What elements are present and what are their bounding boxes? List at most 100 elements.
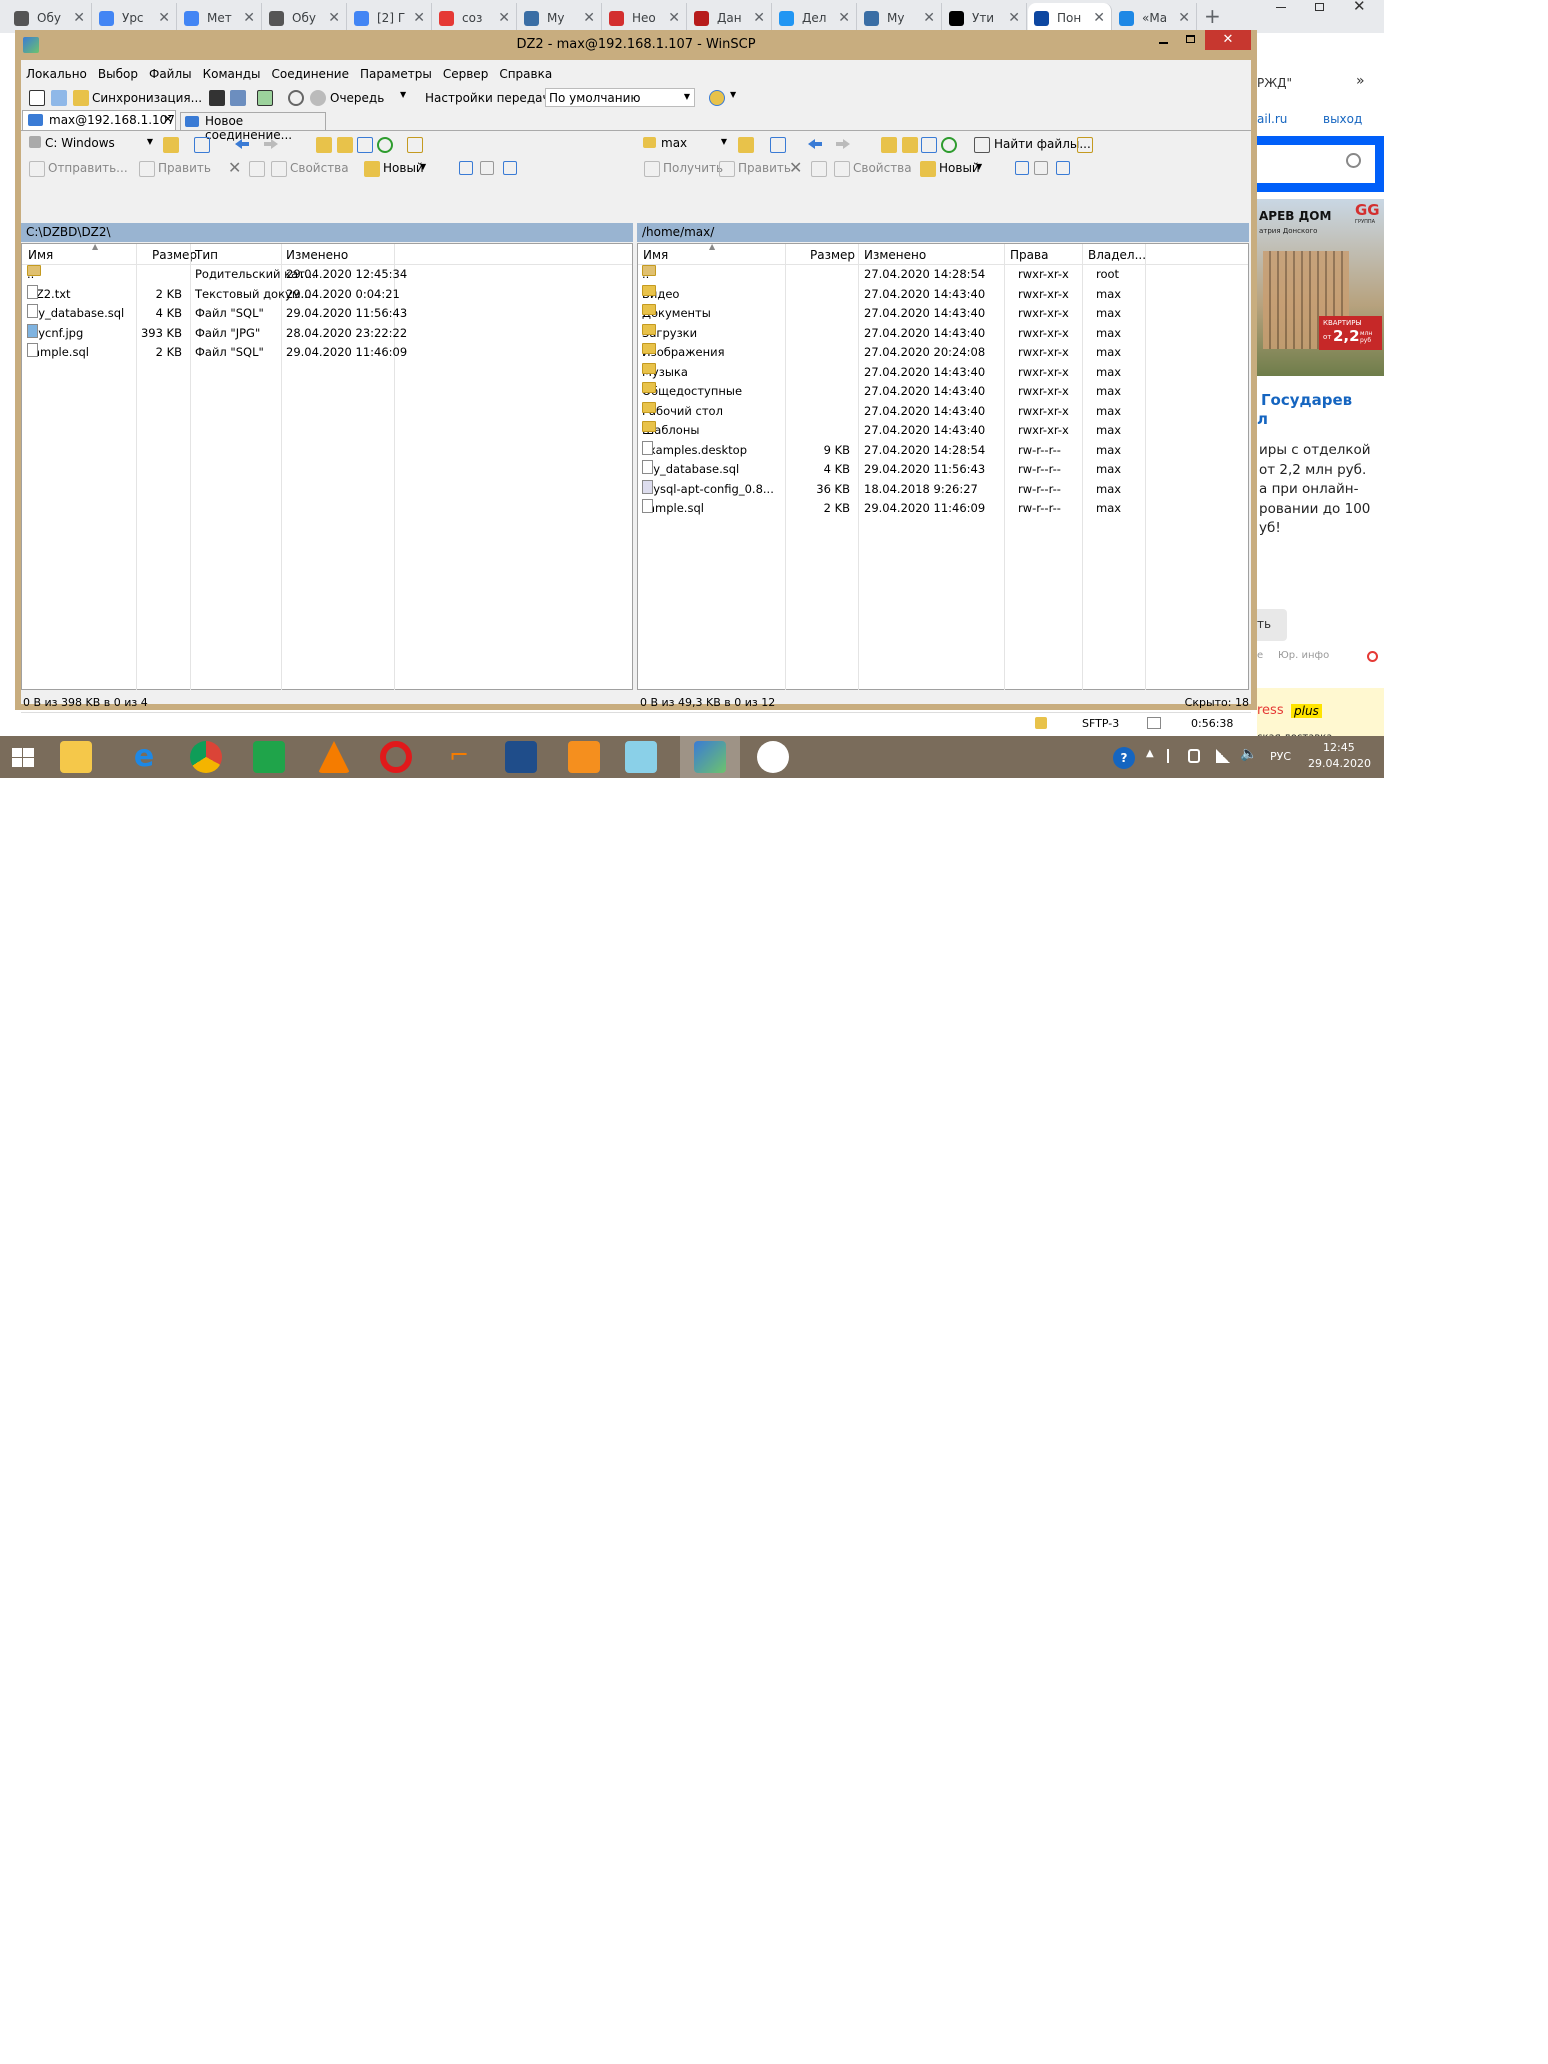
properties-icon[interactable] — [834, 161, 850, 177]
table-row[interactable]: mycnf.jpg 393 KB Файл "JPG" 28.04.2020 23:2… — [22, 323, 632, 343]
mail-link[interactable]: ail.ru — [1257, 112, 1287, 126]
close-tab-icon[interactable]: ✕ — [73, 10, 85, 26]
tray-expand-icon[interactable]: ▲ — [1146, 748, 1154, 759]
select-plus-icon[interactable] — [459, 161, 473, 175]
logout-link[interactable]: выход — [1323, 112, 1362, 126]
table-row[interactable]: Рабочий стол 27.04.2020 14:43:40 rwxr-xr-x… — [638, 401, 1248, 421]
table-row[interactable]: ..Родительский кат...29.04.2020 12:45:34 — [22, 265, 632, 284]
table-row[interactable]: my_database.sql 4 KB Файл "SQL" 29.04.2020 … — [22, 304, 632, 323]
queue-button[interactable]: Очередь — [330, 91, 384, 105]
local-drive-select[interactable]: C: Windows ▼ — [27, 134, 155, 153]
new-session-icon[interactable] — [29, 90, 45, 106]
edit-icon[interactable] — [719, 161, 735, 177]
delete-icon[interactable]: ✕ — [228, 158, 241, 177]
browser-tab[interactable]: соз ✕ — [433, 3, 517, 33]
home-icon[interactable] — [357, 137, 373, 153]
browser-tab[interactable]: Нео ✕ — [603, 3, 687, 33]
flag-icon[interactable] — [1167, 749, 1179, 763]
new-button[interactable]: Новый — [383, 161, 424, 175]
volume-icon[interactable]: 🔈 — [1240, 746, 1257, 762]
get-button[interactable]: Получить — [663, 161, 723, 175]
left-path-bar[interactable]: C:\DZBD\DZ2\ — [21, 223, 633, 242]
transfer-preset-select[interactable]: По умолчанию ▼ — [545, 88, 695, 107]
tree-icon[interactable] — [407, 137, 423, 153]
forward-arrow-icon[interactable] — [264, 139, 278, 149]
title-bar[interactable]: DZ2 - max@192.168.1.107 - WinSCP ✕ — [15, 30, 1257, 60]
search-icon[interactable] — [1346, 153, 1361, 168]
ad-heading-line2[interactable]: л — [1257, 410, 1268, 428]
bookmarks-more-icon[interactable]: » — [1356, 73, 1365, 89]
chevron-down-icon[interactable]: ▼ — [420, 162, 426, 171]
root-dir-icon[interactable] — [337, 137, 353, 153]
select-plus-icon[interactable] — [1015, 161, 1029, 175]
clock-date[interactable]: 29.04.2020 — [1308, 757, 1371, 770]
tree-icon[interactable] — [1077, 137, 1093, 153]
ad-choices-icon[interactable] — [1367, 651, 1378, 662]
language-indicator[interactable]: РУС — [1270, 750, 1291, 763]
menu-item[interactable]: Локально — [26, 67, 87, 81]
properties-button[interactable]: Свойства — [290, 161, 349, 175]
restore-browser-icon[interactable] — [1315, 3, 1324, 11]
new-folder-icon[interactable] — [364, 161, 380, 177]
close-tab-icon[interactable]: ✕ — [413, 10, 425, 26]
right-col-permissions[interactable]: Права — [1010, 245, 1048, 265]
edit-button[interactable]: Править — [158, 161, 211, 175]
back-arrow-icon[interactable] — [808, 139, 822, 149]
browser-tab[interactable]: Ути ✕ — [943, 3, 1027, 33]
close-tab-icon[interactable]: ✕ — [923, 10, 935, 26]
home-icon[interactable] — [921, 137, 937, 153]
right-col-size[interactable]: Размер — [810, 245, 855, 265]
notepad-icon[interactable] — [625, 741, 657, 773]
filter-icon[interactable] — [503, 161, 517, 175]
chevron-down-icon[interactable]: ▼ — [684, 92, 690, 101]
queue-dropdown-icon[interactable]: ▼ — [400, 90, 406, 99]
send-icon[interactable] — [29, 161, 45, 177]
chevron-down-icon[interactable]: ▼ — [721, 137, 727, 146]
close-tab-icon[interactable]: ✕ — [838, 10, 850, 26]
table-row[interactable]: Видео 27.04.2020 14:43:40 rwxr-xr-x max — [638, 284, 1248, 304]
network-icon[interactable] — [1147, 717, 1161, 729]
menu-item[interactable]: Справка — [499, 67, 552, 81]
refresh-icon[interactable] — [377, 137, 393, 153]
properties-icon[interactable] — [271, 161, 287, 177]
close-tab-icon[interactable]: ✕ — [1178, 10, 1190, 26]
new-button[interactable]: Новый — [939, 161, 980, 175]
filter-icon[interactable] — [194, 137, 210, 153]
select-minus-icon[interactable] — [480, 161, 494, 175]
browser-tab[interactable]: Обу ✕ — [8, 3, 92, 33]
table-row[interactable]: Шаблоны 27.04.2020 14:43:40 rwxr-xr-x max — [638, 421, 1248, 440]
new-session-tab[interactable]: Новое соединение... — [180, 112, 326, 142]
sublime-icon[interactable] — [568, 741, 600, 773]
keep-remote-uptodate-icon[interactable] — [257, 90, 273, 106]
app-penguin-icon[interactable] — [757, 741, 789, 773]
close-tab-icon[interactable]: ✕ — [1093, 10, 1105, 26]
table-row[interactable]: examples.desktop 9 KB 27.04.2020 14:28:54 r… — [638, 440, 1248, 460]
parent-dir-icon[interactable] — [316, 137, 332, 153]
session-tab-active[interactable]: max@192.168.1.107 ✕ — [22, 110, 176, 130]
right-file-list[interactable]: Имя ▲ Размер Изменено Права Владел... ..… — [637, 242, 1249, 690]
ad-button-label[interactable]: ть — [1257, 617, 1271, 631]
browser-tab[interactable]: Обу ✕ — [263, 3, 347, 33]
menu-item[interactable]: Файлы — [149, 67, 192, 81]
queue-icon[interactable] — [310, 90, 326, 106]
browser-tab[interactable]: «Ма ✕ — [1113, 3, 1197, 33]
file-explorer-icon[interactable] — [60, 741, 92, 773]
store-icon[interactable] — [253, 741, 285, 773]
ad-legal-link[interactable]: Юр. инфо — [1278, 650, 1329, 661]
console-icon[interactable] — [209, 90, 225, 106]
virtualbox-icon[interactable] — [505, 741, 537, 773]
filter-icon[interactable] — [770, 137, 786, 153]
delete-icon[interactable]: ✕ — [789, 158, 802, 177]
putty-icon[interactable] — [230, 90, 246, 106]
chrome-icon[interactable] — [190, 741, 222, 773]
table-row[interactable]: Общедоступные 27.04.2020 14:43:40 rwxr-xr-… — [638, 382, 1248, 401]
app-icon[interactable]: ⌐ — [443, 741, 475, 773]
menu-item[interactable]: Команды — [203, 67, 261, 81]
close-tab-icon[interactable]: ✕ — [158, 10, 170, 26]
ad-banner[interactable]: АРЕВ ДОМ атрия Донского GG ГРУППА КВАРТИ… — [1257, 199, 1384, 376]
open-folder-icon[interactable] — [163, 137, 179, 153]
maximize-button[interactable] — [1177, 32, 1205, 48]
minimize-button[interactable] — [1149, 32, 1177, 48]
table-row[interactable]: sample.sql 2 KB Файл "SQL" 29.04.2020 11:46… — [22, 343, 632, 362]
chevron-down-icon[interactable]: ▼ — [147, 137, 153, 146]
